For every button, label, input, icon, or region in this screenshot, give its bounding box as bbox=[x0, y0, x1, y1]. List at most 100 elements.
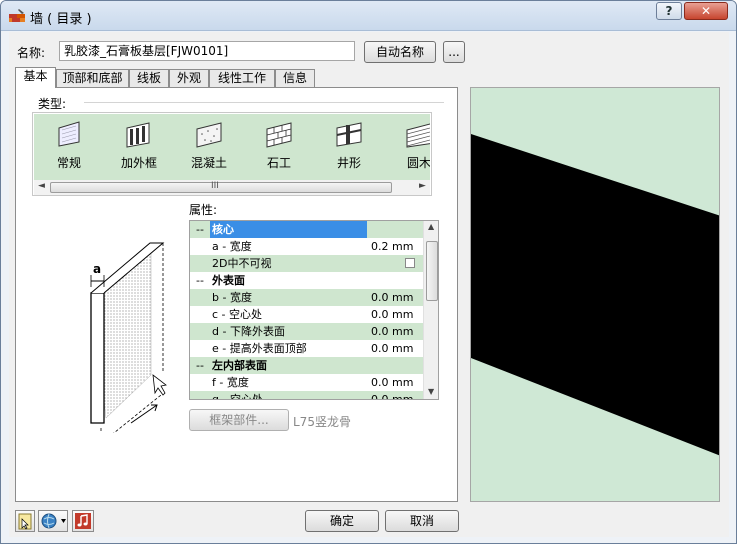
window-title: 墙 ( 目录 ) bbox=[30, 12, 92, 27]
tab-top-bottom[interactable]: 顶部和底部 bbox=[56, 69, 129, 88]
web-dropdown-button[interactable] bbox=[38, 510, 68, 532]
property-value[interactable]: 0.0 mm bbox=[368, 323, 423, 340]
well-wall-icon bbox=[336, 122, 362, 147]
property-value[interactable] bbox=[368, 357, 423, 374]
properties-scrollbar[interactable]: ▲ ▼ bbox=[423, 221, 438, 399]
log-wall-icon bbox=[406, 123, 430, 148]
close-button[interactable]: ✕ bbox=[684, 2, 728, 20]
property-value[interactable]: 0.0 mm bbox=[368, 374, 423, 391]
property-row[interactable]: g - 空心处 0.0 mm bbox=[190, 391, 423, 400]
name-input[interactable]: 乳胶漆_石膏板基层[FJW0101] bbox=[59, 41, 355, 61]
section-toggle bbox=[190, 374, 210, 391]
tab-appearance[interactable]: 外观 bbox=[169, 69, 209, 88]
property-row[interactable]: a - 宽度 0.2 mm bbox=[190, 238, 423, 255]
section-toggle[interactable]: -- bbox=[190, 221, 210, 238]
wall-dimension-diagram: a bbox=[90, 242, 167, 433]
property-row[interactable]: d - 下降外表面 0.0 mm bbox=[190, 323, 423, 340]
type-group-label: 类型: bbox=[38, 97, 67, 111]
ok-button[interactable]: 确定 bbox=[305, 510, 379, 532]
wall-preview[interactable] bbox=[470, 87, 720, 502]
property-row[interactable]: 2D中不可视 bbox=[190, 255, 423, 272]
property-row[interactable]: f - 宽度 0.0 mm bbox=[190, 374, 423, 391]
section-toggle bbox=[190, 255, 210, 272]
type-label-general: 常规 bbox=[56, 156, 81, 170]
section-toggle[interactable]: -- bbox=[190, 272, 210, 289]
tab-basic[interactable]: 基本 bbox=[15, 67, 56, 88]
scroll-left-arrow[interactable]: ◄ bbox=[38, 181, 45, 191]
hide-in-2d-checkbox[interactable] bbox=[405, 258, 415, 268]
property-name: d - 下降外表面 bbox=[212, 325, 285, 338]
property-name: c - 空心处 bbox=[212, 308, 263, 321]
type-item-well[interactable]: 井形 bbox=[314, 114, 384, 180]
property-row[interactable]: b - 宽度 0.0 mm bbox=[190, 289, 423, 306]
type-scroll-thumb[interactable]: III bbox=[50, 181, 392, 193]
type-item-general[interactable]: 常规 bbox=[34, 114, 104, 180]
scroll-right-arrow[interactable]: ► bbox=[419, 181, 426, 191]
section-toggle bbox=[190, 323, 210, 340]
section-toggle bbox=[190, 238, 210, 255]
help-button[interactable]: ? bbox=[656, 2, 682, 20]
type-label-log: 圆木 bbox=[406, 156, 430, 170]
globe-icon bbox=[41, 513, 66, 529]
property-name: g - 空心处 bbox=[212, 393, 263, 400]
property-section-row[interactable]: -- 核心 bbox=[190, 221, 423, 238]
type-label-well: 井形 bbox=[336, 156, 361, 170]
property-value[interactable] bbox=[368, 272, 423, 289]
type-label-framed: 加外框 bbox=[120, 156, 157, 170]
cursor-icon bbox=[18, 513, 32, 530]
properties-scroll-thumb[interactable] bbox=[426, 241, 438, 301]
masonry-wall-icon bbox=[266, 122, 292, 148]
scroll-grip: III bbox=[211, 181, 219, 191]
property-section-row[interactable]: -- 外表面 bbox=[190, 272, 423, 289]
wall-preview-shape bbox=[471, 134, 719, 456]
property-name: 外表面 bbox=[212, 274, 245, 287]
scroll-up-arrow[interactable]: ▲ bbox=[428, 222, 434, 231]
frame-components-button[interactable]: 框架部件... bbox=[189, 409, 289, 431]
cancel-button[interactable]: 取消 bbox=[385, 510, 459, 532]
property-value[interactable] bbox=[368, 221, 423, 238]
cursor-mode-button[interactable] bbox=[15, 510, 35, 532]
auto-name-button[interactable]: 自动名称 bbox=[364, 41, 436, 63]
concrete-wall-icon bbox=[196, 122, 222, 148]
property-name: 2D中不可视 bbox=[212, 257, 272, 270]
section-toggle[interactable]: -- bbox=[190, 357, 210, 374]
property-row[interactable]: e - 提高外表面顶部 0.0 mm bbox=[190, 340, 423, 357]
property-name: 左内部表面 bbox=[212, 359, 267, 372]
property-name: b - 宽度 bbox=[212, 291, 252, 304]
properties-grid[interactable]: -- 核心 a - 宽度 0.2 mm 2D中不可视 -- 外表面 b - 宽度 0.0 mm c… bbox=[189, 220, 439, 400]
property-value[interactable]: 0.2 mm bbox=[368, 238, 423, 255]
type-item-masonry[interactable]: 石工 bbox=[244, 114, 314, 180]
type-item-concrete[interactable]: 混凝土 bbox=[174, 114, 244, 180]
type-item-log[interactable]: 圆木 bbox=[384, 114, 430, 180]
property-value[interactable]: 0.0 mm bbox=[368, 306, 423, 323]
type-label-concrete: 混凝土 bbox=[190, 156, 227, 170]
type-item-framed[interactable]: 加外框 bbox=[104, 114, 174, 180]
section-toggle bbox=[190, 306, 210, 323]
tab-linear-work[interactable]: 线性工作 bbox=[209, 69, 275, 88]
title-bar: 墙 ( 目录 ) ? ✕ bbox=[1, 1, 736, 31]
property-value[interactable]: 0.0 mm bbox=[368, 391, 423, 399]
tab-info[interactable]: 信息 bbox=[275, 69, 315, 88]
general-wall-icon bbox=[58, 121, 80, 147]
type-scrollbar[interactable]: ◄ III ► bbox=[34, 180, 430, 195]
dialog-body: 名称: 乳胶漆_石膏板基层[FJW0101] 自动名称 ... 基本 顶部和底部… bbox=[9, 32, 729, 537]
property-section-row[interactable]: -- 左内部表面 bbox=[190, 357, 423, 374]
property-value[interactable]: 0.0 mm bbox=[368, 340, 423, 357]
wall-dialog: 墙 ( 目录 ) ? ✕ 名称: 乳胶漆_石膏板基层[FJW0101] 自动名称… bbox=[0, 0, 737, 544]
section-toggle bbox=[190, 340, 210, 357]
browse-button[interactable]: ... bbox=[443, 41, 465, 63]
property-row[interactable]: c - 空心处 0.0 mm bbox=[190, 306, 423, 323]
property-name: a - 宽度 bbox=[212, 240, 252, 253]
tab-molding[interactable]: 线板 bbox=[129, 69, 169, 88]
scroll-down-arrow[interactable]: ▼ bbox=[428, 387, 434, 396]
property-name: e - 提高外表面顶部 bbox=[212, 342, 307, 355]
property-name: 核心 bbox=[210, 221, 367, 238]
type-label-masonry: 石工 bbox=[266, 156, 291, 170]
type-strip: 常规 加外框 混凝土 石工 井形 圆木 bbox=[34, 114, 430, 180]
sound-button[interactable] bbox=[72, 510, 94, 532]
frame-value-label: L75竖龙骨 bbox=[293, 415, 351, 429]
tab-panel-basic: 类型: 常规 加外框 混凝土 石工 井形 圆木 ◄ III ► a 属性: --… bbox=[15, 87, 458, 502]
property-value[interactable]: 0.0 mm bbox=[368, 289, 423, 306]
dimension-a-label: a bbox=[93, 262, 101, 276]
section-toggle bbox=[190, 391, 210, 399]
